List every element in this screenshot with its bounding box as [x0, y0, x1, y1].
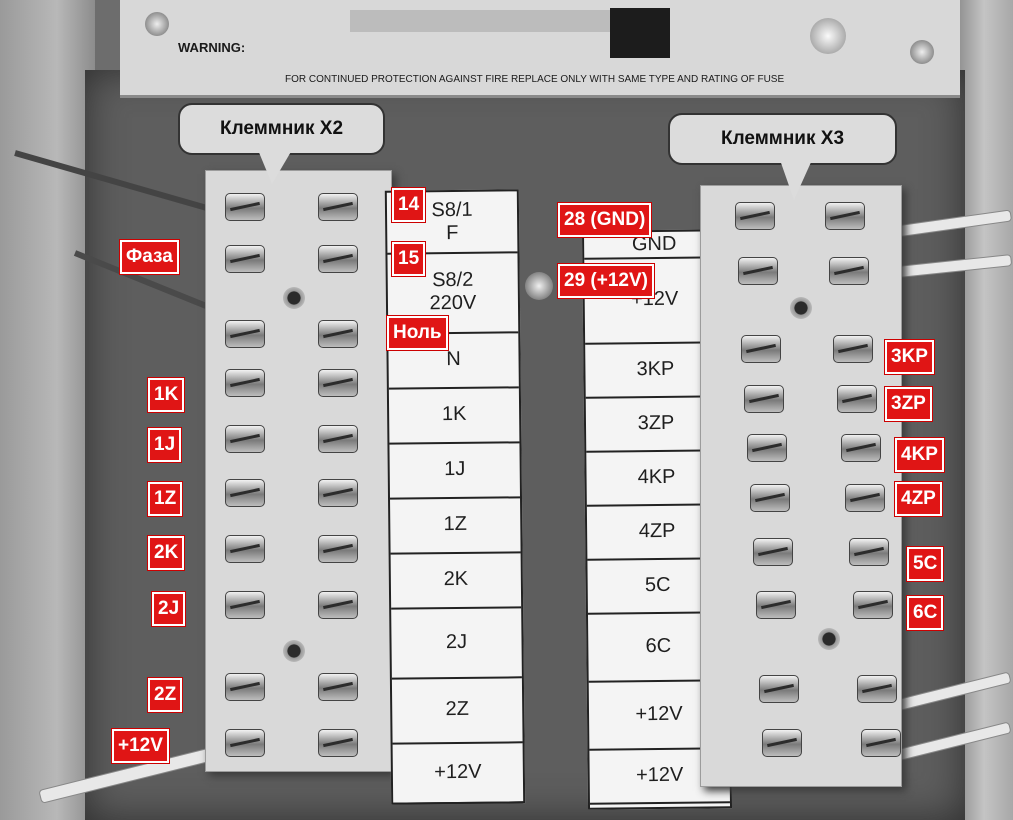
x2-screw-left	[225, 193, 265, 221]
x3-screw-right	[837, 385, 877, 413]
x2-left-tag: Фаза	[119, 239, 180, 275]
x2-left-tag: 2Z	[146, 677, 184, 713]
x2-left-tag: 1J	[146, 427, 183, 463]
x3-screw-right	[845, 484, 885, 512]
x3-screw-left	[738, 257, 778, 285]
pcb-warning-label: WARNING:	[178, 40, 246, 55]
callout-x3: Клеммник X3	[668, 113, 897, 165]
pcb-chip	[610, 8, 670, 58]
x3-left-tag: 28 (GND)	[556, 202, 653, 238]
board-screw-center	[525, 272, 553, 300]
x3-screw-left	[741, 335, 781, 363]
x2-left-tag: 1Z	[146, 481, 184, 517]
label-card-x2: S8/1 F S8/2 220V N 1K 1J 1Z 2K 2J 2Z +12V	[384, 189, 526, 805]
callout-x3-tail	[780, 160, 812, 200]
x2-left-tag: +12V	[111, 728, 170, 764]
x3-screw-right	[857, 675, 897, 703]
x2-screw-left	[225, 673, 265, 701]
x2-screw-right	[318, 320, 358, 348]
x2-screw-left	[225, 320, 265, 348]
x2-left-tag: 2K	[146, 535, 186, 571]
x2-screw-left	[225, 591, 265, 619]
x3-screw-left	[744, 385, 784, 413]
x3-screw-left	[759, 675, 799, 703]
x3-right-tag: 3KP	[884, 339, 935, 375]
x2-card-cell: 2J	[391, 606, 522, 680]
x3-screw-right	[833, 335, 873, 363]
x2-mount-hole-bottom	[283, 640, 305, 662]
x2-left-tag: 1K	[146, 377, 186, 413]
x2-screw-left	[225, 425, 265, 453]
x3-screw-left	[747, 434, 787, 462]
x2-screw-right	[318, 193, 358, 221]
x2-card-cell: 2Z	[391, 676, 523, 745]
x2-right-tag: 14	[390, 187, 427, 223]
x3-screw-right	[853, 591, 893, 619]
x3-screw-right	[849, 538, 889, 566]
x3-screw-right	[825, 202, 865, 230]
x2-screw-right	[318, 245, 358, 273]
callout-x2-tail	[258, 150, 292, 184]
pcb-screw-left	[145, 12, 169, 36]
callout-x3-label: Клеммник X3	[720, 128, 845, 149]
x3-mount-hole-bottom	[818, 628, 840, 650]
x3-screw-left	[753, 538, 793, 566]
x2-card-cell: 2K	[390, 551, 522, 610]
x2-right-tag: Ноль	[386, 315, 449, 351]
x3-right-tag: 6C	[905, 595, 945, 631]
x3-right-tag: 3ZP	[884, 386, 933, 422]
x2-card-cell: 1K	[388, 386, 520, 445]
pcb-components	[350, 10, 610, 32]
x3-right-tag: 4ZP	[894, 481, 943, 517]
pcb-fuse-notice: FOR CONTINUED PROTECTION AGAINST FIRE RE…	[285, 74, 785, 85]
x3-screw-left	[735, 202, 775, 230]
x3-screw-left	[756, 591, 796, 619]
enclosure-left-wall	[0, 0, 95, 820]
x3-screw-left	[762, 729, 802, 757]
circuit-board: WARNING: FOR CONTINUED PROTECTION AGAINS…	[120, 0, 960, 98]
pcb-screw-right	[910, 40, 934, 64]
x3-screw-right	[841, 434, 881, 462]
x2-screw-right	[318, 479, 358, 507]
x2-card-cell: 1Z	[390, 496, 521, 555]
x2-screw-left	[225, 729, 265, 757]
x3-mount-hole-top	[790, 297, 812, 319]
x2-screw-left	[225, 535, 265, 563]
x2-right-tag: 15	[390, 241, 427, 277]
x2-screw-left	[225, 245, 265, 273]
x3-right-tag: 5C	[905, 546, 945, 582]
x2-card-cell: 1J	[389, 441, 521, 500]
x2-screw-right	[318, 535, 358, 563]
x2-screw-left	[225, 369, 265, 397]
x2-card-cell: +12V	[392, 741, 524, 805]
callout-x2-label: Клеммник X2	[219, 118, 344, 139]
pcb-potentiometer	[810, 18, 846, 54]
x2-left-tag: 2J	[150, 591, 187, 627]
x2-screw-right	[318, 369, 358, 397]
x2-screw-left	[225, 479, 265, 507]
x2-mount-hole-top	[283, 287, 305, 309]
x2-screw-right	[318, 591, 358, 619]
x3-screw-right	[829, 257, 869, 285]
x3-left-tag: 29 (+12V)	[557, 263, 655, 299]
x3-screw-right	[861, 729, 901, 757]
x3-right-tag: 4KP	[894, 437, 945, 473]
x2-screw-right	[318, 425, 358, 453]
x2-screw-right	[318, 729, 358, 757]
x3-screw-left	[750, 484, 790, 512]
callout-x2: Клеммник X2	[178, 103, 385, 155]
x2-screw-right	[318, 673, 358, 701]
